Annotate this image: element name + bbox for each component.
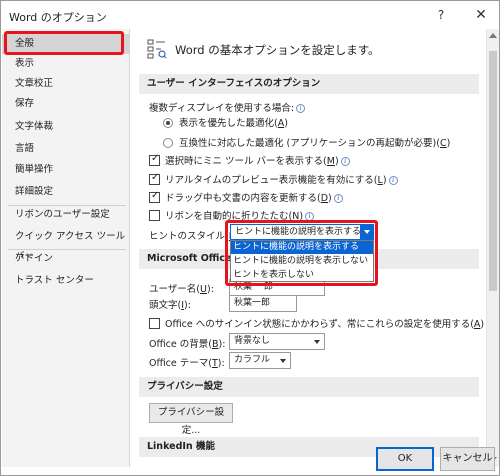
- sidebar-item-save[interactable]: 保存: [2, 94, 130, 114]
- office-background-label: Office の背景(B):: [149, 339, 226, 350]
- chevron-down-icon: [280, 359, 286, 363]
- help-button[interactable]: ?: [431, 6, 451, 24]
- info-icon: i: [333, 194, 343, 203]
- close-button[interactable]: ✕: [471, 6, 491, 24]
- sidebar-item-addins[interactable]: アドイン: [2, 249, 130, 269]
- office-theme-select[interactable]: カラフル: [229, 352, 291, 369]
- options-settings-icon: [147, 39, 167, 59]
- chevron-down-icon: [314, 340, 320, 344]
- sidebar-item-advanced[interactable]: 詳細設定: [2, 182, 130, 202]
- radio-button[interactable]: [163, 118, 173, 128]
- office-background-select[interactable]: 背景なし: [229, 333, 325, 350]
- checkbox-live-preview[interactable]: リアルタイムのプレビュー表示機能を有効にする(L)i: [149, 172, 398, 186]
- dropdown-highlight-frame: [225, 220, 378, 286]
- scroll-thumb[interactable]: [489, 51, 497, 291]
- ok-button[interactable]: OK: [376, 447, 434, 471]
- sidebar-item-language[interactable]: 言語: [2, 139, 130, 159]
- office-theme-label: Office テーマ(T):: [149, 358, 225, 369]
- info-icon: i: [296, 104, 306, 113]
- info-icon: i: [340, 157, 350, 166]
- title-bar: Word のオプション ? ✕: [1, 1, 499, 29]
- sidebar-item-typography[interactable]: 文字体裁: [2, 117, 130, 137]
- sidebar-highlight-frame: [4, 31, 124, 55]
- window-title: Word のオプション: [9, 11, 107, 24]
- sidebar-item-quick-access-toolbar[interactable]: クイック アクセス ツール バー: [2, 227, 130, 262]
- checkbox[interactable]: [149, 210, 160, 221]
- sidebar: 全般 表示 文章校正 保存 文字体裁 言語 簡単操作 詳細設定 リボンのユーザー…: [2, 29, 130, 467]
- checkbox[interactable]: [149, 172, 160, 185]
- initials-input[interactable]: 秋葉一郎: [229, 295, 297, 312]
- radio-optimize-appearance[interactable]: 表示を優先した最適化(A): [163, 115, 288, 129]
- word-options-dialog: Word のオプション ? ✕ 全般 表示 文章校正 保存 文字体裁 言語 簡単…: [0, 0, 500, 476]
- sidebar-item-customize-ribbon[interactable]: リボンのユーザー設定: [2, 205, 130, 225]
- checkbox-mini-toolbar[interactable]: 選択時にミニ ツール バーを表示する(M)i: [149, 153, 350, 167]
- vertical-scrollbar[interactable]: [486, 29, 499, 467]
- sidebar-item-display[interactable]: 表示: [2, 54, 130, 74]
- radio-button[interactable]: [163, 138, 173, 148]
- section-ui-options: ユーザー インターフェイスのオプション: [139, 74, 479, 94]
- cancel-button[interactable]: キャンセル: [440, 447, 495, 471]
- info-icon: i: [388, 176, 398, 185]
- sidebar-item-accessibility[interactable]: 簡単操作: [2, 160, 130, 180]
- checkbox[interactable]: [149, 153, 160, 166]
- section-privacy: プライバシー設定: [139, 377, 479, 397]
- sidebar-item-proofing[interactable]: 文章校正: [2, 74, 130, 94]
- multi-display-label: 複数ディスプレイを使用する場合: i: [149, 100, 306, 114]
- initials-label: 頭文字(I):: [149, 300, 191, 311]
- checkbox-always-use-settings[interactable]: Office へのサインイン状態にかかわらず、常にこれらの設定を使用する(A): [149, 316, 484, 330]
- radio-optimize-compatibility[interactable]: 互換性に対応した最適化 (アプリケーションの再起動が必要)(C): [163, 135, 450, 149]
- privacy-settings-button[interactable]: プライバシー設定...: [149, 403, 233, 436]
- scroll-up-icon[interactable]: [489, 33, 497, 38]
- page-title: Word の基本オプションを設定します。: [175, 43, 380, 57]
- checkbox-update-while-dragging[interactable]: ドラッグ中も文書の内容を更新する(D)i: [149, 190, 343, 204]
- checkbox[interactable]: [149, 318, 160, 329]
- sidebar-item-trust-center[interactable]: トラスト センター: [2, 271, 130, 291]
- checkbox[interactable]: [149, 190, 160, 203]
- username-label: ユーザー名(U):: [149, 284, 214, 295]
